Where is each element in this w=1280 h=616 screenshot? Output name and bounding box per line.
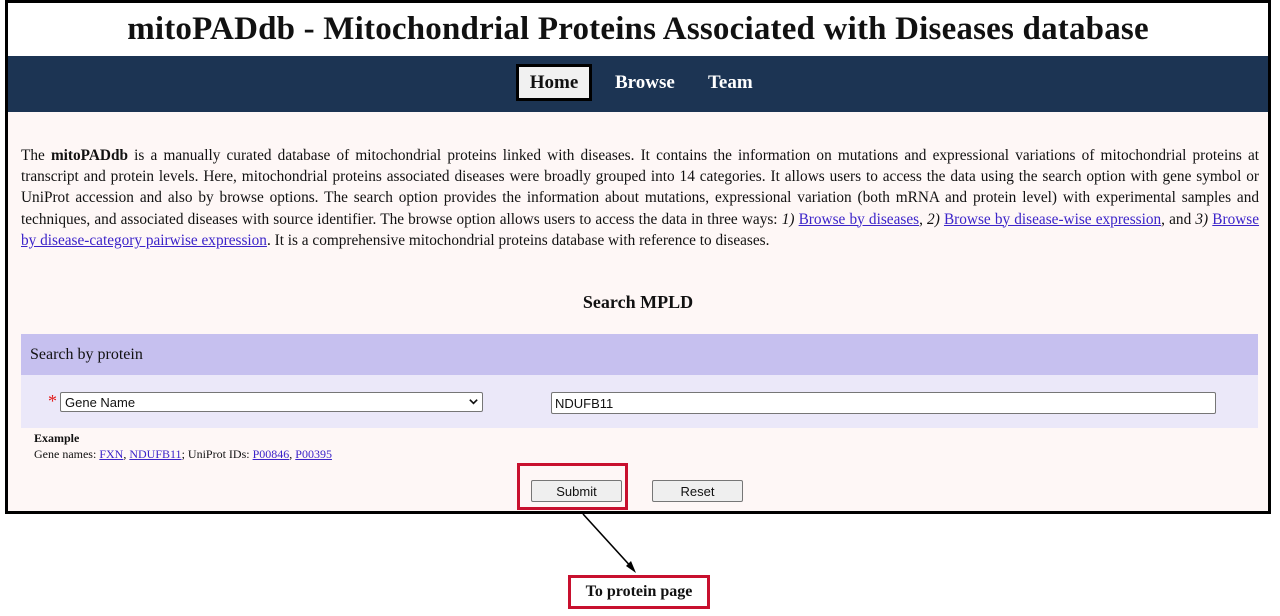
search-title: Search MPLD — [582, 292, 694, 312]
example-heading: Example — [34, 431, 80, 445]
gene-search-input[interactable]: NDUFB11 — [551, 392, 1216, 414]
list-number: 1) — [781, 210, 795, 228]
example-gene-ndufb11[interactable]: NDUFB11 — [129, 447, 181, 461]
search-type-select[interactable]: Gene Name — [60, 392, 483, 412]
list-number: 3) — [1195, 210, 1209, 228]
intro-text: . It is a comprehensive mitochondrial pr… — [266, 231, 770, 249]
intro-text: , and — [1161, 210, 1196, 228]
chevron-down-icon — [469, 399, 478, 405]
intro-text: , — [919, 210, 928, 228]
page-title: mitoPADdb - Mitochondrial Proteins Assoc… — [127, 11, 1149, 47]
example-block: Example Gene names: FXN, NDUFB11; UniPro… — [34, 430, 332, 462]
intro-text: The — [21, 147, 51, 164]
example-uniprot-p00846[interactable]: P00846 — [253, 447, 290, 461]
page-frame: mitoPADdb - Mitochondrial Proteins Assoc… — [5, 0, 1271, 514]
example-gene-fxn[interactable]: FXN — [99, 447, 123, 461]
intro-paragraph: The mitoPADdb is a manually curated data… — [21, 145, 1259, 251]
browse-by-diseases-link[interactable]: Browse by diseases — [799, 211, 919, 228]
browse-by-disease-wise-expression-link[interactable]: Browse by disease-wise expression — [944, 211, 1161, 228]
example-text: ; UniProt IDs: — [181, 447, 253, 461]
select-value: Gene Name — [65, 394, 136, 410]
example-uniprot-p00395[interactable]: P00395 — [295, 447, 332, 461]
search-panel-body: * Gene Name NDUFB11 — [21, 375, 1258, 428]
search-panel-header: Search by protein — [21, 334, 1258, 375]
db-name: mitoPADdb — [50, 147, 128, 164]
example-text: Gene names: — [34, 447, 100, 461]
submit-button[interactable]: Submit — [531, 480, 622, 502]
required-marker: * — [48, 391, 57, 411]
nav-team[interactable]: Team — [708, 64, 753, 101]
nav-home[interactable]: Home — [516, 64, 592, 101]
nav-browse[interactable]: Browse — [615, 64, 675, 101]
list-number: 2) — [927, 210, 940, 228]
navbar: Home Browse Team — [8, 56, 1268, 112]
reset-button[interactable]: Reset — [652, 480, 743, 502]
header: mitoPADdb - Mitochondrial Proteins Assoc… — [8, 3, 1268, 56]
callout-to-protein-page: To protein page — [568, 575, 710, 609]
